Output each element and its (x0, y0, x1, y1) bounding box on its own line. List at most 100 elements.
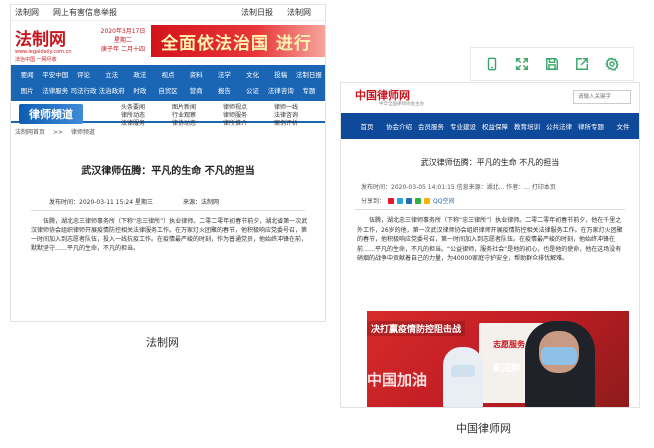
article-title: 武汉律师伍腾：平凡的生命 不凡的担当 (81, 166, 255, 177)
share-renren-icon[interactable] (406, 197, 413, 204)
right-main-nav: 首页 协会介绍 会员服务 专业建设 权益保障 教育培训 公共法律 律所专题 文件 (341, 113, 639, 139)
breadcrumb-link[interactable]: 法制网首页 (15, 129, 45, 136)
legaldaily-screenshot: 法制网 网上有害信息举报 法制日报 法制网 法制网 www.legaldaily… (10, 4, 326, 322)
share-icon[interactable] (572, 54, 592, 74)
nav-item[interactable]: 文件 (607, 121, 639, 131)
header-banner[interactable]: 全面依法治国 进行 (151, 25, 325, 57)
left-main-nav: 要闻 平安中国 评论 立法 政法 视点 资料 法学 文化 投稿 法制日报 图片 … (11, 65, 325, 101)
image-toolbar (470, 47, 634, 81)
nav-item[interactable]: 公共法律 (543, 121, 575, 131)
photo-sign-text: 新冠肺 (493, 364, 521, 374)
date-line: 庚子年 二月十四 (101, 46, 145, 53)
article-body: 伍腾，湖北忠三律师事务所（下称“忠三律所”）执业律师。二零二零年初春节前夕，湖北… (31, 218, 308, 252)
nav-item[interactable]: 文化 (238, 67, 266, 83)
right-caption: 中国律师网 (456, 422, 511, 435)
left-topbar: 法制网 网上有害信息举报 法制日报 法制网 (11, 5, 325, 21)
nav-item[interactable]: 专题 (295, 83, 323, 99)
subnav-item[interactable]: 法律咨询 (274, 112, 325, 120)
nav-item[interactable]: 司法行政 (69, 83, 97, 99)
channel-title[interactable]: 律师频道 (19, 104, 83, 124)
left-header: 法制网 www.legaldaily.com.cn 法治中国 一网尽收 2020… (11, 21, 325, 65)
nav-item[interactable]: 法律咨询 (267, 83, 295, 99)
nav-item[interactable]: 平安中国 (41, 67, 69, 83)
subnav-item[interactable]: 律协动态 (172, 120, 223, 128)
article-source: 来源：法制网 (182, 199, 219, 206)
legaldaily-logo[interactable]: 法制网 (15, 25, 66, 50)
nav-item[interactable]: 会员服务 (415, 121, 447, 131)
nav-item[interactable]: 自贸区 (154, 83, 182, 99)
face-mask (541, 347, 577, 365)
subnav-item[interactable]: 律所动态 (121, 112, 172, 120)
share-label: 分享到： (361, 198, 386, 205)
search-input[interactable]: 请输入关键字 (573, 90, 631, 104)
share-bar: 分享到： QQ空间 (341, 196, 639, 205)
nav-item[interactable]: 报告 (210, 83, 238, 99)
channel-bar: 律师频道 头条要闻 图片新闻 律师视点 律师一线 律所动态 行业观察 律师服务 … (11, 101, 325, 127)
nav-item[interactable]: 立法 (98, 67, 126, 83)
nav-item[interactable]: 资料 (182, 67, 210, 83)
photo-slogan: 中国加油 (367, 371, 428, 389)
article-meta: 发布时间：2020-03-11 15:24 星期三 来源：法制网 (11, 197, 325, 206)
nav-item[interactable]: 协会介绍 (383, 121, 415, 131)
nav-item[interactable]: 投稿 (267, 67, 295, 83)
topbar-link[interactable]: 网上有害信息举报 (53, 7, 117, 18)
subnav-item[interactable]: 法律服务 (121, 120, 172, 128)
share-qzone-label[interactable]: QQ空间 (433, 196, 454, 205)
left-caption: 法制网 (146, 336, 179, 349)
expand-icon[interactable] (512, 54, 532, 74)
photo-person-left (443, 347, 483, 407)
logo-tagline: 法治中国 一网尽收 (15, 57, 57, 63)
breadcrumb-link[interactable]: 律师频道 (71, 129, 95, 136)
nav-item[interactable]: 视点 (154, 67, 182, 83)
share-wechat-icon[interactable] (415, 197, 422, 204)
breadcrumb-sep: >> (52, 129, 63, 136)
nav-item[interactable]: 公证 (238, 83, 266, 99)
nav-item[interactable]: 首页 (351, 121, 383, 131)
article-title: 武汉律师伍腾：平凡的生命 不凡的担当 (420, 158, 560, 167)
right-header: 中国律师网 中华全国律师协会主办 请输入关键字 (341, 83, 639, 113)
nav-item[interactable]: 评论 (69, 67, 97, 83)
topbar-link[interactable]: 法制网 (15, 7, 39, 18)
settings-icon[interactable] (602, 54, 622, 74)
date-line: 2020年3月17日 (100, 28, 146, 35)
subnav-item[interactable]: 头条要闻 (121, 104, 172, 112)
channel-subnav: 头条要闻 图片新闻 律师视点 律师一线 律所动态 行业观察 律师服务 法律咨询 … (121, 104, 325, 128)
nav-item[interactable]: 时政 (126, 83, 154, 99)
article-meta: 发布时间：2020-03-05 14:01:15 信息来源：湖北... 作者：.… (361, 184, 556, 191)
photo-panel-text: 志愿服务 (493, 340, 525, 349)
face-mask (451, 365, 475, 377)
share-weibo-icon[interactable] (388, 197, 395, 204)
subnav-item[interactable]: 律师服务 (223, 112, 274, 120)
subnav-item[interactable]: 律所推介 (223, 120, 274, 128)
publish-time: 发布时间：2020-03-11 15:24 星期三 (49, 199, 153, 206)
nav-item[interactable]: 教育培训 (511, 121, 543, 131)
share-qzone-icon[interactable] (424, 197, 431, 204)
nav-item[interactable]: 专业建设 (447, 121, 479, 131)
subnav-item[interactable]: 律师一线 (274, 104, 325, 112)
subnav-item[interactable]: 律师视点 (223, 104, 274, 112)
nav-item[interactable]: 法制日报 (295, 67, 323, 83)
subnav-item[interactable]: 案例评析 (274, 120, 325, 128)
subnav-item[interactable]: 图片新闻 (172, 104, 223, 112)
topbar-link[interactable]: 法制日报 (241, 7, 273, 18)
acla-screenshot: 中国律师网 中华全国律师协会主办 请输入关键字 首页 协会介绍 会员服务 专业建… (340, 82, 640, 408)
nav-item[interactable]: 律所专题 (575, 121, 607, 131)
nav-item[interactable]: 要闻 (13, 67, 41, 83)
nav-item[interactable]: 法律服务 (41, 83, 69, 99)
share-tencent-icon[interactable] (397, 197, 404, 204)
nav-item[interactable]: 权益保障 (479, 121, 511, 131)
save-icon[interactable] (542, 54, 562, 74)
subnav-item[interactable]: 行业观察 (172, 112, 223, 120)
nav-item[interactable]: 法学 (210, 67, 238, 83)
photo-banner-text: 决打赢疫情防控阻击战 (367, 321, 466, 336)
nav-item[interactable]: 营商 (182, 83, 210, 99)
nav-item[interactable]: 法治政府 (98, 83, 126, 99)
logo-url: www.legaldaily.com.cn (15, 49, 72, 55)
nav-item[interactable]: 图片 (13, 83, 41, 99)
article-photo: 决打赢疫情防控阻击战 中国加油 志愿服务 新冠肺 (367, 311, 629, 407)
nav-item[interactable]: 政法 (126, 67, 154, 83)
logo-subtitle: 中华全国律师协会主办 (379, 102, 424, 107)
photo-person-right (525, 321, 595, 407)
phone-icon[interactable] (482, 54, 502, 74)
topbar-link[interactable]: 法制网 (287, 7, 311, 18)
